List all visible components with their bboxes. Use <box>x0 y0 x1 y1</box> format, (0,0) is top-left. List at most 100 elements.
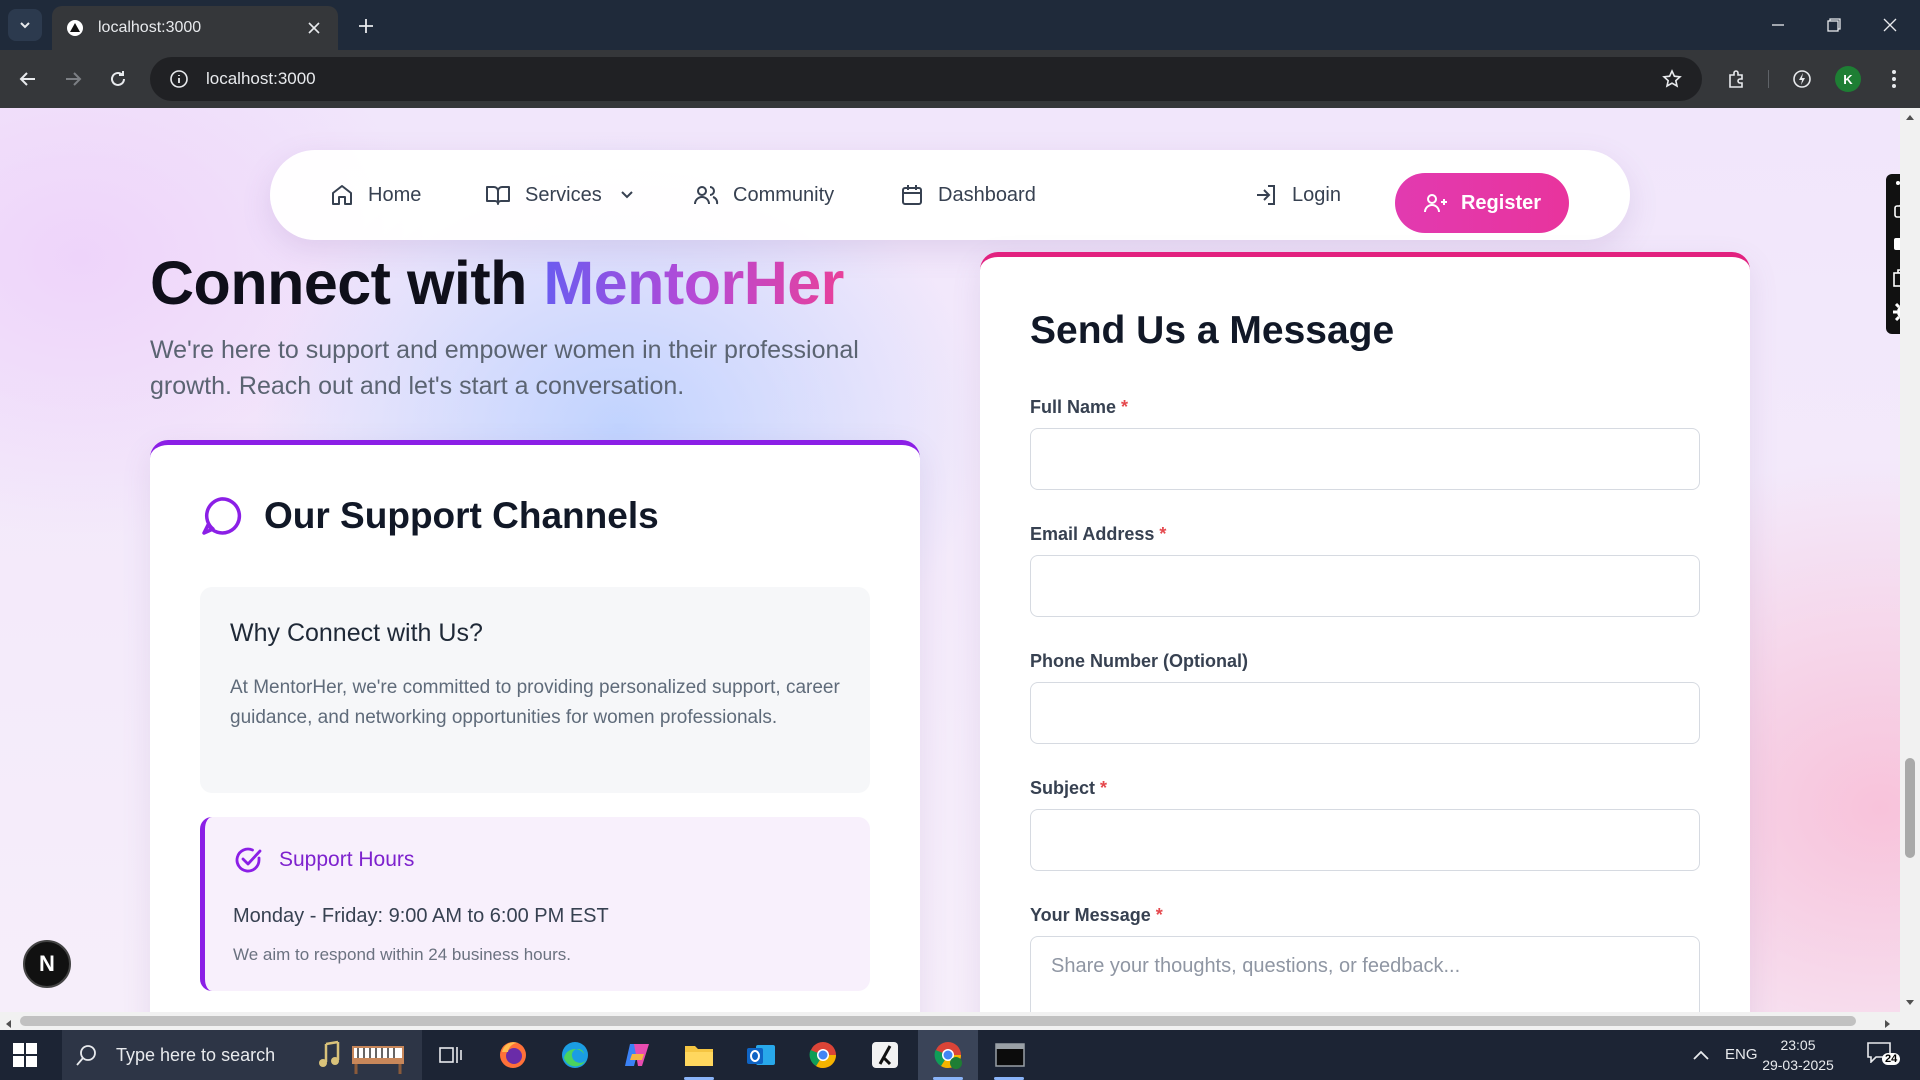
windows-start-button[interactable] <box>12 1042 38 1068</box>
support-channels-card: Our Support Channels Why Connect with Us… <box>150 440 920 1012</box>
support-heading-text: Our Support Channels <box>264 495 659 536</box>
tab-close-icon[interactable] <box>304 18 324 38</box>
nav-community-label: Community <box>733 183 835 206</box>
chevron-down-icon <box>620 191 633 199</box>
page-subtitle: We're here to support and empower women … <box>150 336 859 400</box>
subject-input[interactable] <box>1030 809 1700 871</box>
star-icon <box>1662 69 1682 88</box>
message-textarea[interactable] <box>1030 936 1700 1012</box>
address-bar[interactable]: localhost:3000 <box>150 57 1702 101</box>
terminal-icon[interactable] <box>994 1039 1026 1071</box>
forward-button[interactable] <box>57 63 89 95</box>
taskbar-search[interactable]: Type here to search <box>62 1030 422 1080</box>
tab-search-dropdown[interactable] <box>8 9 42 41</box>
main-navbar: Home Services Community Dashboard Login … <box>270 150 1630 240</box>
gauge-icon <box>1793 70 1811 88</box>
scroll-up-icon[interactable] <box>1905 112 1915 122</box>
book-open-icon <box>486 186 510 205</box>
firefox-icon[interactable] <box>497 1039 529 1071</box>
nav-services[interactable]: Services <box>485 150 634 240</box>
message-circle-icon <box>202 497 242 535</box>
performance-button[interactable] <box>1786 63 1818 95</box>
new-tab-button[interactable] <box>352 12 380 40</box>
phone-input[interactable] <box>1030 682 1700 744</box>
browser-tab[interactable]: localhost:3000 <box>52 6 338 50</box>
phone-label: Phone Number (Optional) <box>1030 651 1248 672</box>
url-text: localhost:3000 <box>206 69 316 88</box>
site-info-icon[interactable] <box>168 68 190 90</box>
support-hours-schedule: Monday - Friday: 9:00 AM to 6:00 PM EST <box>233 905 609 927</box>
email-label-text: Email Address <box>1030 524 1155 544</box>
check-circle-icon <box>235 847 262 873</box>
file-explorer-icon[interactable] <box>683 1039 715 1071</box>
title-prefix: Connect with <box>150 249 544 317</box>
vertical-scroll-thumb[interactable] <box>1905 758 1915 858</box>
outlook-icon[interactable] <box>745 1039 777 1071</box>
favicon-icon <box>66 19 84 37</box>
browser-menu-button[interactable] <box>1878 63 1910 95</box>
horizontal-scroll-thumb[interactable] <box>20 1016 1856 1026</box>
why-connect-text: At MentorHer, we're committed to providi… <box>230 677 840 728</box>
support-hours-title-text: Support Hours <box>279 848 415 871</box>
email-input[interactable] <box>1030 555 1700 617</box>
arrow-left-icon <box>19 72 35 86</box>
nav-login-label: Login <box>1292 183 1341 206</box>
back-button[interactable] <box>12 63 44 95</box>
browser-toolbar: localhost:3000 K <box>0 50 1920 108</box>
nav-login[interactable]: Login <box>1254 150 1341 240</box>
email-label: Email Address * <box>1030 524 1166 545</box>
horizontal-scrollbar[interactable] <box>0 1012 1920 1030</box>
scroll-down-icon[interactable] <box>1905 998 1915 1008</box>
calendar-icon <box>902 185 922 205</box>
profile-avatar[interactable]: K <box>1835 66 1861 92</box>
required-mark: * <box>1121 397 1129 417</box>
full-name-label-text: Full Name <box>1030 397 1117 417</box>
search-icon <box>76 1045 96 1066</box>
taskbar-clock[interactable]: 23:05 29-03-2025 <box>1758 1035 1838 1075</box>
toolbar-divider <box>1768 70 1769 88</box>
nav-community[interactable]: Community <box>693 150 834 240</box>
language-indicator[interactable]: ENG <box>1725 1046 1758 1063</box>
taskbar-search-placeholder: Type here to search <box>116 1044 276 1065</box>
reload-button[interactable] <box>102 63 134 95</box>
full-name-input[interactable] <box>1030 428 1700 490</box>
register-button[interactable]: Register <box>1395 173 1569 233</box>
minimize-icon <box>1772 24 1784 26</box>
windows-taskbar: Type here to search ENG 23:05 29-03-2025 <box>0 1030 1920 1080</box>
piano-music-icon <box>319 1040 404 1074</box>
tab-title: localhost:3000 <box>98 19 202 36</box>
copilot-icon[interactable] <box>621 1039 653 1071</box>
vertical-scrollbar[interactable] <box>1900 108 1920 1012</box>
notification-center-button[interactable]: 24 <box>1866 1041 1901 1069</box>
close-icon <box>1883 18 1897 32</box>
edge-icon[interactable] <box>559 1039 591 1071</box>
restore-icon <box>1827 18 1841 32</box>
log-in-icon <box>1257 185 1275 205</box>
nav-home[interactable]: Home <box>330 150 421 240</box>
plus-icon <box>359 19 373 33</box>
title-brand: MentorHer <box>543 249 844 317</box>
page-viewport: Home Services Community Dashboard Login … <box>0 108 1900 1012</box>
reload-icon <box>111 71 125 86</box>
full-name-label: Full Name * <box>1030 397 1128 418</box>
home-icon <box>332 185 352 205</box>
user-plus-icon <box>1423 194 1447 213</box>
chrome-profile-icon[interactable] <box>932 1039 964 1071</box>
minimize-button[interactable] <box>1750 0 1806 50</box>
bookmark-button[interactable] <box>1656 63 1688 95</box>
nextjs-dev-badge[interactable]: N <box>23 940 71 988</box>
chrome-icon[interactable] <box>807 1039 839 1071</box>
close-window-button[interactable] <box>1862 0 1918 50</box>
cursor-app-icon[interactable] <box>869 1039 901 1071</box>
users-icon <box>694 186 719 205</box>
support-hours-title: Support Hours <box>233 845 414 875</box>
nav-dashboard[interactable]: Dashboard <box>900 150 1036 240</box>
extensions-button[interactable] <box>1720 63 1752 95</box>
phone-label-text: Phone Number (Optional) <box>1030 651 1248 671</box>
restore-button[interactable] <box>1806 0 1862 50</box>
register-label: Register <box>1460 191 1542 214</box>
why-connect-title: Why Connect with Us? <box>230 619 483 647</box>
why-connect-box: Why Connect with Us? At MentorHer, we're… <box>200 587 870 793</box>
tray-chevron-up-icon[interactable] <box>1685 1039 1717 1071</box>
task-view-icon[interactable] <box>434 1039 466 1071</box>
